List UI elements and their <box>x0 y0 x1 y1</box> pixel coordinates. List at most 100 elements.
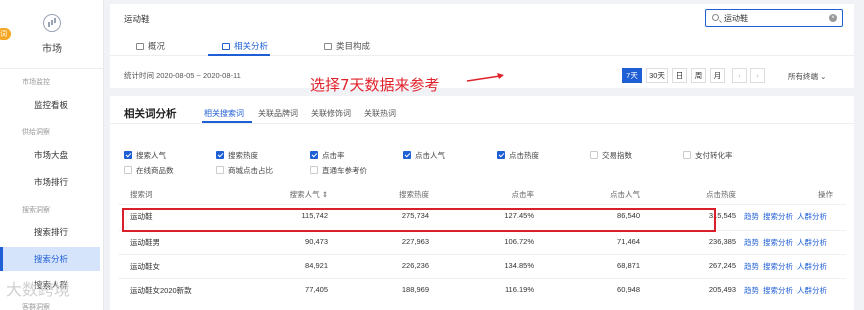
row-actions: 趋势 搜索分析 人群分析 <box>744 261 831 272</box>
sidebar-item-monitor-board[interactable]: 监控看板 <box>0 93 100 117</box>
tab-bar: 概况 相关分析 类目构成 <box>110 36 854 56</box>
crowd-analysis-link[interactable]: 人群分析 <box>797 212 827 221</box>
tab-icon <box>136 43 144 50</box>
divider <box>0 68 104 69</box>
crowd-analysis-link[interactable]: 人群分析 <box>797 286 827 295</box>
sidebar-item-market-overview[interactable]: 市场大盘 <box>0 143 100 167</box>
checkbox-box <box>310 151 318 159</box>
sidebar-item-search-analysis[interactable]: 搜索分析 <box>0 247 100 271</box>
search-analysis-link[interactable]: 搜索分析 <box>763 262 793 271</box>
date-30days-button[interactable]: 30天 <box>646 68 668 83</box>
checkbox-search-heat[interactable]: 搜索热度 <box>216 150 258 161</box>
checkbox-click-popularity[interactable]: 点击人气 <box>403 150 445 161</box>
col-header-sortable[interactable]: 搜索人气 ⇕ <box>248 189 328 200</box>
cell-value: 188,969 <box>401 285 429 294</box>
cell-value: 227,963 <box>401 237 429 246</box>
checkbox-click-heat[interactable]: 点击热度 <box>497 150 539 161</box>
table-header: 搜索词 搜索人气 ⇕ 搜索热度 点击率 点击人气 点击热度 操作 <box>118 186 846 200</box>
subtab-hot[interactable]: 关联热词 <box>364 108 396 119</box>
cell-value: 134.85% <box>504 261 534 270</box>
checkbox-trade-index[interactable]: 交易指数 <box>590 150 632 161</box>
search-analysis-link[interactable]: 搜索分析 <box>763 238 793 247</box>
tab-category[interactable]: 类目构成 <box>324 40 370 52</box>
row-actions: 趋势 搜索分析 人群分析 <box>744 285 831 296</box>
date-prev-button[interactable]: ‹ <box>732 68 747 83</box>
checkbox-label: 商城点击占比 <box>228 166 273 175</box>
table-row[interactable]: 运动鞋女2020新款 77,405 188,969 116.19% 60,948… <box>118 278 846 300</box>
tab-label: 相关分析 <box>234 41 269 51</box>
market-logo[interactable]: 市场 <box>0 14 104 55</box>
date-7days-button[interactable]: 7天 <box>622 68 642 83</box>
tab-related-analysis[interactable]: 相关分析 <box>222 40 268 52</box>
cell-value: 116.19% <box>504 285 534 294</box>
trend-link[interactable]: 趋势 <box>744 212 759 221</box>
trend-link[interactable]: 趋势 <box>744 238 759 247</box>
trend-link[interactable]: 趋势 <box>744 262 759 271</box>
trend-link[interactable]: 趋势 <box>744 286 759 295</box>
crowd-analysis-link[interactable]: 人群分析 <box>797 238 827 247</box>
chart-icon <box>43 14 61 32</box>
group-label: 供给洞察 <box>22 129 50 136</box>
col-header: 搜索词 <box>130 190 153 199</box>
search-analysis-link[interactable]: 搜索分析 <box>763 286 793 295</box>
search-analysis-link[interactable]: 搜索分析 <box>763 212 793 221</box>
search-value: 运动鞋 <box>724 14 748 23</box>
checkbox-mall-click-ratio[interactable]: 商城点击占比 <box>216 165 273 176</box>
table-row[interactable]: 运动鞋女 84,921 226,236 134.85% 68,871 267,2… <box>118 254 846 276</box>
checkbox-label: 支付转化率 <box>695 151 733 160</box>
cell-value: 267,245 <box>708 261 736 270</box>
keyword-title: 运动鞋 <box>124 14 150 24</box>
tab-label: 概况 <box>148 41 166 51</box>
col-header: 操作 <box>818 190 833 199</box>
divider <box>110 123 854 124</box>
cell-value: 77,405 <box>305 285 328 294</box>
cell-value: 71,464 <box>617 237 640 246</box>
col-header[interactable]: 点击热度 <box>656 189 736 200</box>
date-month-button[interactable]: 月 <box>710 68 725 83</box>
checkbox-box <box>683 151 691 159</box>
date-next-button[interactable]: › <box>750 68 765 83</box>
checkbox-label: 搜索热度 <box>228 151 258 160</box>
subtab-modifier[interactable]: 关联修饰词 <box>311 108 351 119</box>
related-words-card: 相关词分析 相关搜索词 关联品牌词 关联修饰词 关联热词 搜索人气 搜索热度 点… <box>110 96 854 310</box>
clear-icon[interactable]: × <box>829 14 837 22</box>
cell-word[interactable]: 运动鞋女 <box>130 261 160 272</box>
group-label: 客群洞察 <box>22 304 50 310</box>
cell-value: 236,385 <box>708 237 736 246</box>
highlight-box <box>122 208 716 232</box>
cell-value: 68,871 <box>617 261 640 270</box>
cell-word[interactable]: 运动鞋男 <box>130 237 160 248</box>
cell-value: 106.72% <box>504 237 534 246</box>
group-label: 市场监控 <box>22 79 50 86</box>
checkbox-pay-conversion[interactable]: 支付转化率 <box>683 150 733 161</box>
cell-value: 90,473 <box>305 237 328 246</box>
checkbox-box <box>310 166 318 174</box>
cell-word[interactable]: 运动鞋女2020新款 <box>130 285 192 296</box>
checkbox-label: 交易指数 <box>602 151 632 160</box>
checkbox-online-products[interactable]: 在线商品数 <box>124 165 174 176</box>
terminal-select[interactable]: 所有终端 ⌄ <box>788 71 826 82</box>
date-day-button[interactable]: 日 <box>672 68 687 83</box>
table-row[interactable]: 运动鞋男 90,473 227,963 106.72% 71,464 236,3… <box>118 230 846 252</box>
checkbox-search-popularity[interactable]: 搜索人气 <box>124 150 166 161</box>
col-header[interactable]: 点击率 <box>454 189 535 200</box>
crowd-analysis-link[interactable]: 人群分析 <box>797 262 827 271</box>
checkbox-ztc-price[interactable]: 直通车参考价 <box>310 165 367 176</box>
subtab-related-search[interactable]: 相关搜索词 <box>204 108 244 119</box>
date-week-button[interactable]: 周 <box>691 68 706 83</box>
sidebar-item-search-ranking[interactable]: 搜索排行 <box>0 220 100 244</box>
subtab-brand[interactable]: 关联品牌词 <box>258 108 298 119</box>
sidebar-item-market-ranking[interactable]: 市场排行 <box>0 170 100 194</box>
col-header[interactable]: 点击人气 <box>560 189 640 200</box>
tab-overview[interactable]: 概况 <box>136 40 165 52</box>
tab-icon <box>324 43 332 50</box>
row-actions: 趋势 搜索分析 人群分析 <box>744 237 831 248</box>
search-input[interactable]: 运动鞋 × <box>705 9 843 27</box>
annotation-text: 选择7天数据来参考 <box>310 76 440 94</box>
col-header[interactable]: 搜索热度 <box>349 189 429 200</box>
cell-value: 60,948 <box>617 285 640 294</box>
checkbox-click-rate[interactable]: 点击率 <box>310 150 345 161</box>
tab-icon <box>222 43 230 50</box>
watermark: 大数跨境 <box>6 280 71 299</box>
search-icon <box>712 14 719 21</box>
